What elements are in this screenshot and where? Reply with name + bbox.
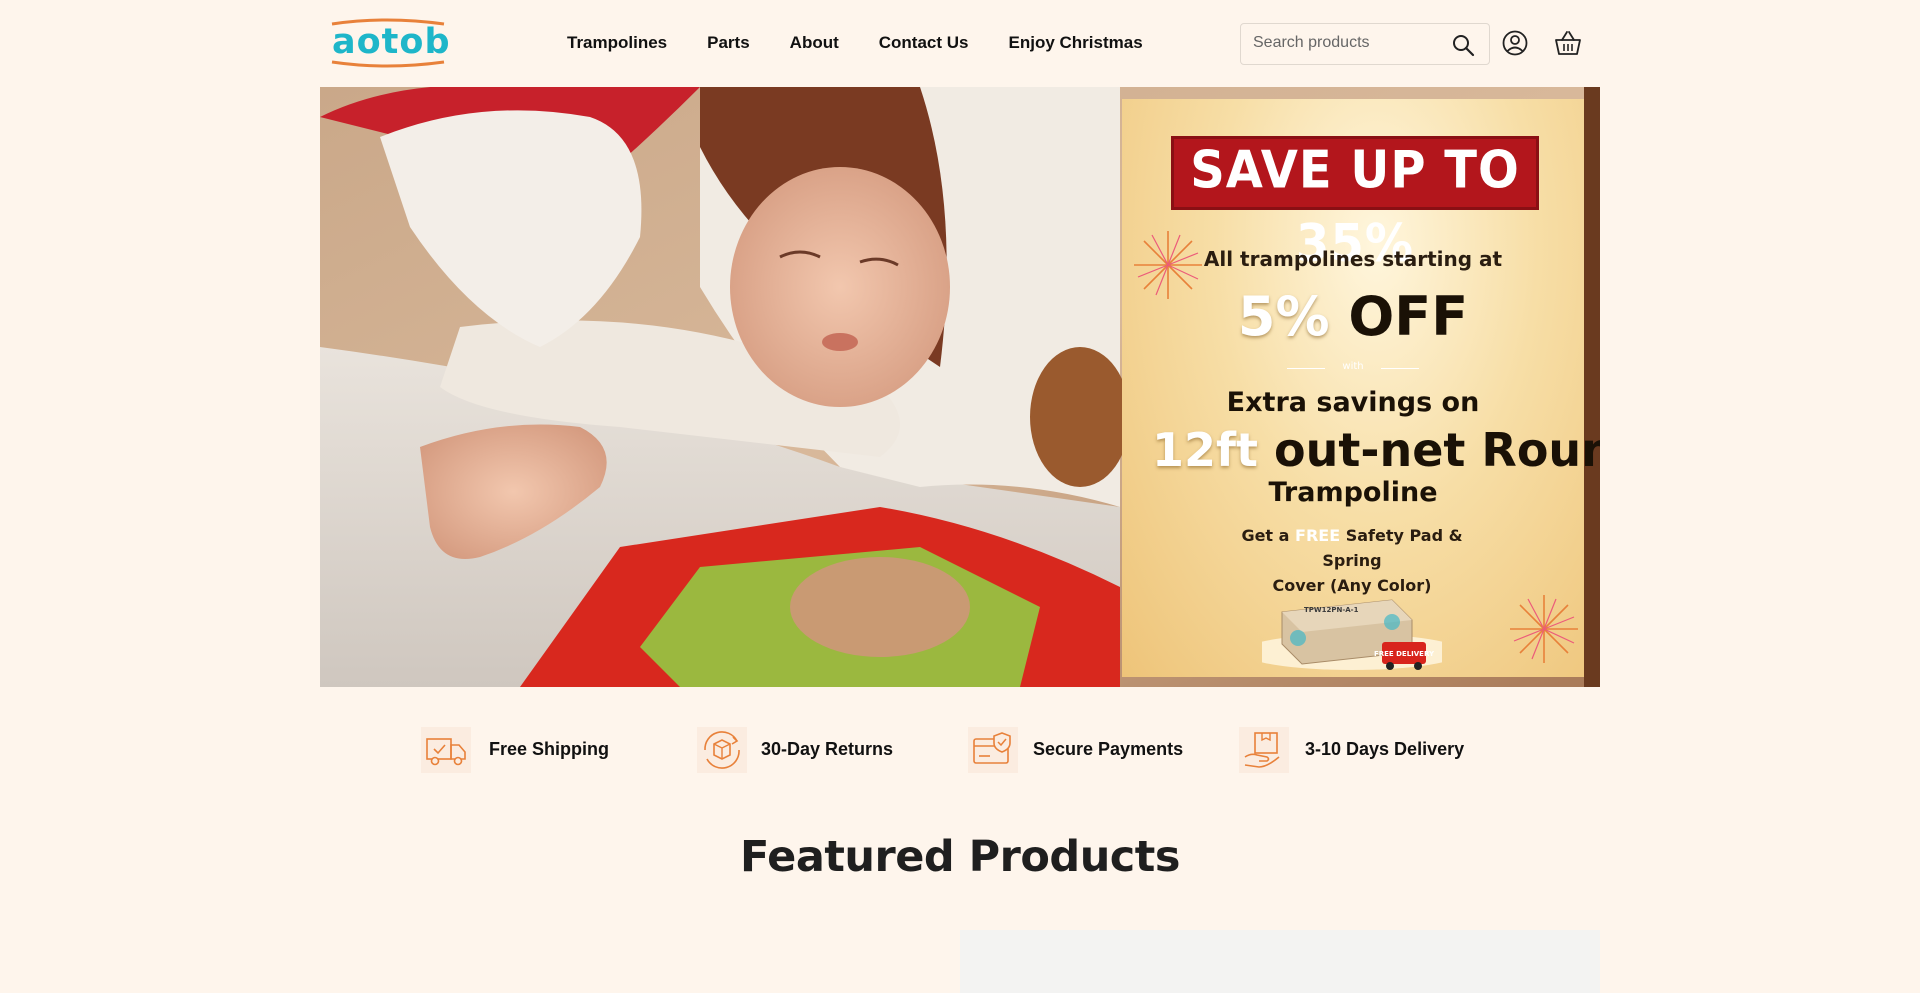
box-label: TPW12PN-A-1 — [1304, 606, 1359, 614]
promo-starting-at: All trampolines starting at — [1203, 247, 1503, 271]
account-icon[interactable] — [1502, 30, 1528, 56]
search-input[interactable] — [1253, 34, 1443, 52]
product-card[interactable] — [960, 930, 1600, 993]
cart-icon[interactable] — [1554, 30, 1582, 56]
nav-contact-us[interactable]: Contact Us — [879, 33, 969, 53]
promo-trampoline: Trampoline — [1268, 477, 1438, 508]
product-box-image: TPW12PN-A-1 FREE DELIVERY — [1262, 599, 1442, 670]
firework-icon — [1510, 595, 1578, 663]
logo-text: aotob — [332, 22, 451, 62]
hero-banner[interactable]: SAVE UP TO 35% All trampolines starting … — [320, 87, 1600, 687]
search-icon[interactable] — [1451, 33, 1475, 57]
promo-with: with — [1287, 361, 1419, 372]
nav-about[interactable]: About — [790, 33, 839, 53]
promo-free-pre: Get a — [1241, 526, 1290, 545]
secure-payment-icon — [968, 727, 1018, 773]
promo-model-name: out-net Round — [1274, 423, 1600, 477]
promo-free-word: FREE — [1295, 526, 1341, 545]
nav-parts[interactable]: Parts — [707, 33, 750, 53]
promo-discount: 5% OFF — [1122, 285, 1584, 348]
site-header: aotob Trampolines Parts About Contact Us… — [0, 0, 1920, 87]
returns-icon — [697, 727, 747, 773]
promo-panel: SAVE UP TO 35% All trampolines starting … — [1122, 99, 1600, 677]
feature-label: 30-Day Returns — [761, 739, 894, 759]
main-nav: Trampolines Parts About Contact Us Enjoy… — [567, 33, 1183, 53]
feature-label: Secure Payments — [1033, 739, 1184, 759]
delivery-box-icon — [1239, 727, 1289, 773]
feature-label: 3-10 Days Delivery — [1305, 739, 1465, 759]
nav-enjoy-christmas[interactable]: Enjoy Christmas — [1009, 33, 1143, 53]
promo-percent: 5% — [1237, 285, 1330, 348]
promo-free-offer: Get a FREE Safety Pad & Spring Cover (An… — [1222, 523, 1482, 598]
truck-icon — [421, 727, 471, 773]
delivery-badge: FREE DELIVERY — [1374, 650, 1435, 658]
feature-label: Free Shipping — [489, 739, 610, 759]
promo-extra-savings: Extra savings on — [1226, 387, 1480, 418]
nav-trampolines[interactable]: Trampolines — [567, 33, 667, 53]
search-box — [1240, 23, 1490, 65]
promo-save-banner: SAVE UP TO 35% — [1171, 136, 1539, 274]
featured-products-heading: Featured Products — [740, 832, 1180, 882]
feature-strip: Free Shipping 30-Day Returns Secure Paym… — [0, 722, 1920, 778]
promo-free-post: Safety Pad & Spring — [1322, 526, 1463, 570]
promo-model: 12ft out-net Round — [1152, 423, 1600, 477]
promo-off: OFF — [1348, 285, 1469, 348]
logo[interactable]: aotob — [326, 18, 450, 68]
promo-size: 12ft — [1152, 423, 1259, 477]
